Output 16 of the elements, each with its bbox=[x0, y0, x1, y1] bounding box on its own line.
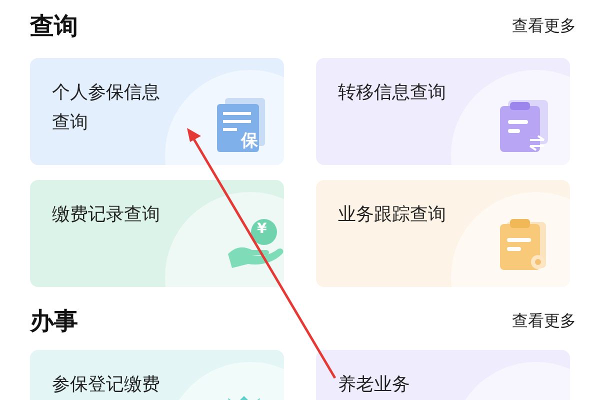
card-label: 参保登记缴费 bbox=[52, 373, 161, 397]
card-label: 转移信息查询 bbox=[338, 81, 447, 105]
see-more-link[interactable]: 查看更多 bbox=[512, 309, 576, 333]
service-card[interactable]: 业务跟踪查询 bbox=[316, 180, 570, 287]
service-card[interactable]: 参保登记缴费 bbox=[30, 350, 284, 400]
card-label: 养老业务 bbox=[338, 373, 411, 397]
service-card[interactable]: 转移信息查询 bbox=[316, 58, 570, 165]
card-label: 个人参保信息查询 bbox=[52, 81, 161, 135]
service-card[interactable]: 养老业务 bbox=[316, 350, 570, 400]
section-title: 办事 bbox=[30, 306, 78, 337]
card-label: 业务跟踪查询 bbox=[338, 203, 447, 227]
card-label: 缴费记录查询 bbox=[52, 203, 161, 227]
see-more-link[interactable]: 查看更多 bbox=[512, 14, 576, 38]
section-title: 查询 bbox=[30, 11, 78, 42]
service-card[interactable]: 缴费记录查询 ¥ bbox=[30, 180, 284, 287]
service-card[interactable]: 个人参保信息查询 保 bbox=[30, 58, 284, 165]
